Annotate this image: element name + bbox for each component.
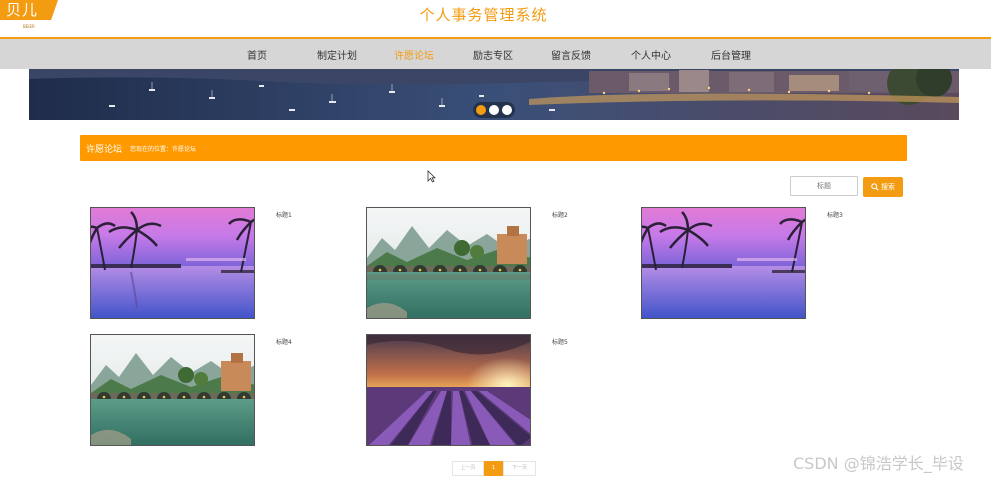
search-button-label: 搜索 xyxy=(881,183,895,191)
post-title[interactable]: 标题4 xyxy=(276,337,292,346)
nav-item-inspiration[interactable]: 励志专区 xyxy=(473,47,513,62)
post-title[interactable]: 标题5 xyxy=(552,337,568,346)
mouse-cursor-icon xyxy=(427,170,436,183)
carousel-dot-1[interactable] xyxy=(476,105,486,115)
post-card-image[interactable] xyxy=(641,207,806,319)
nav-item-user-center[interactable]: 个人中心 xyxy=(631,47,671,62)
pagination-prev-button[interactable]: 上一页 xyxy=(452,461,484,476)
nav-item-feedback[interactable]: 留言反馈 xyxy=(551,47,591,62)
carousel-dot-3[interactable] xyxy=(502,105,512,115)
carousel-dot-2[interactable] xyxy=(489,105,499,115)
breadcrumb: 许愿论坛 您现在的位置：许愿论坛 xyxy=(80,135,907,161)
post-card-image[interactable] xyxy=(366,334,531,446)
post-card-image[interactable] xyxy=(366,207,531,319)
watermark-text: CSDN @锦浩学长_毕设 xyxy=(793,454,964,473)
lavender-field-image xyxy=(367,335,530,445)
tropical-sunset-image xyxy=(642,208,805,318)
site-title: 个人事务管理系统 xyxy=(419,6,548,24)
carousel-indicators xyxy=(473,102,515,118)
search-button[interactable]: 搜索 xyxy=(863,177,903,197)
post-card-image[interactable] xyxy=(90,334,255,446)
karst-bridge-image xyxy=(367,208,530,318)
breadcrumb-path: 您现在的位置：许愿论坛 xyxy=(130,146,197,153)
post-title[interactable]: 标题3 xyxy=(827,210,843,219)
karst-bridge-image xyxy=(91,335,254,445)
tropical-sunset-image xyxy=(91,208,254,318)
post-card-image[interactable] xyxy=(90,207,255,319)
pagination-page-1[interactable]: 1 xyxy=(484,461,503,476)
search-icon xyxy=(871,183,879,191)
nav-item-admin[interactable]: 后台管理 xyxy=(711,47,751,62)
search-input[interactable] xyxy=(790,176,858,196)
nav-item-home[interactable]: 首页 xyxy=(247,47,267,62)
nav-item-wish-forum[interactable]: 许愿论坛 xyxy=(394,47,434,62)
post-title[interactable]: 标题1 xyxy=(276,210,292,219)
breadcrumb-title: 许愿论坛 xyxy=(86,145,123,155)
nav-item-make-plan[interactable]: 制定计划 xyxy=(317,47,357,62)
main-nav: 首页 制定计划 许愿论坛 励志专区 留言反馈 个人中心 后台管理 xyxy=(0,39,991,69)
pagination-next-button[interactable]: 下一页 xyxy=(503,461,536,476)
top-header: 贝儿 BEIER 个人事务管理系统 xyxy=(0,0,991,37)
post-title[interactable]: 标题2 xyxy=(552,210,568,219)
